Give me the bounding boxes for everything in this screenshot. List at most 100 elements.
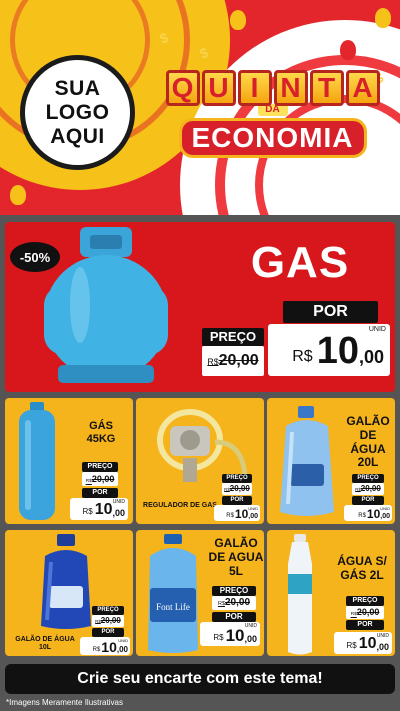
logo-line-2: LOGO	[45, 100, 110, 124]
new-currency: R$	[346, 641, 357, 650]
new-price: UNID R$ 10,00	[334, 632, 392, 654]
title-quinta: Q U I N T A	[165, 70, 380, 106]
preco-label: PREÇO	[212, 586, 256, 596]
cta-text: Crie seu encarte com este tema!	[77, 670, 323, 687]
new-currency: R$	[226, 513, 234, 519]
balloon-icon	[340, 40, 356, 60]
old-price: R$20,00	[82, 472, 118, 486]
por-label: POR	[82, 488, 118, 498]
old-price: R$20,00	[92, 615, 124, 627]
product-name: GALÃO DE AGUA 5L	[208, 536, 264, 578]
product-name: REGULADOR DE GAS	[143, 502, 217, 509]
new-value-dec: ,00	[248, 513, 258, 520]
title-letter: N	[273, 70, 308, 106]
new-price: UNID R$ 10,00	[214, 505, 260, 521]
old-currency: R$	[207, 357, 219, 367]
title-economia: ECONOMIA	[178, 118, 367, 158]
new-value-dec: ,00	[376, 642, 389, 652]
unit-label: UNID	[248, 506, 258, 511]
water-jug-20l-icon	[280, 406, 334, 516]
old-value: 20,00	[100, 616, 121, 625]
new-currency: R$	[292, 348, 313, 365]
unit-label: UNID	[118, 638, 128, 643]
por-label: POR	[222, 496, 252, 505]
preco-label: PREÇO	[202, 328, 264, 346]
old-price: R$20,00	[212, 596, 256, 610]
product-name: GÁS 45KG	[86, 420, 116, 445]
old-price: R$20,00	[346, 606, 384, 619]
old-value: 20,00	[218, 352, 259, 369]
new-price: UNID R$ 10,00	[344, 505, 392, 521]
new-value-int: 10	[234, 507, 249, 521]
old-value: 20,00	[229, 484, 250, 493]
campaign-title: Q U I N T A DA ECONOMIA	[155, 70, 390, 158]
old-value: 20,00	[225, 597, 251, 608]
old-price: R$20,00	[222, 483, 252, 495]
old-currency: R$	[217, 601, 225, 607]
unit-label: UNID	[380, 506, 390, 511]
new-currency: R$	[82, 507, 93, 516]
unit-label: UNID	[376, 633, 389, 639]
old-value: 20,00	[360, 484, 381, 493]
title-letter: T	[309, 70, 344, 106]
unit-label: UNID	[112, 499, 125, 505]
discount-badge: -50%	[10, 242, 60, 272]
logo-line-3: AQUI	[50, 124, 105, 148]
bottle-brand: Font Life	[156, 602, 190, 612]
preco-label: PREÇO	[82, 462, 118, 472]
new-currency: R$	[358, 513, 366, 519]
new-value-int: 10	[358, 635, 377, 652]
new-value-dec: ,00	[244, 634, 257, 644]
disclaimer-text: *Imagens Meramente Ilustrativas	[6, 698, 123, 707]
tall-gas-cylinder-icon	[19, 402, 55, 520]
new-value-dec: ,00	[358, 347, 384, 367]
balloon-icon	[290, 5, 306, 25]
cta-banner[interactable]: Crie seu encarte com este tema!	[5, 664, 395, 694]
new-value-dec: ,00	[380, 513, 390, 520]
preco-label: PREÇO	[222, 474, 252, 483]
hero-product-name: GAS	[250, 238, 350, 287]
water-bottle-5l-icon: Font Life	[148, 534, 198, 653]
logo-placeholder: SUA LOGO AQUI	[20, 55, 135, 170]
logo-line-1: SUA	[54, 76, 101, 100]
por-label: POR	[352, 496, 384, 505]
old-value: 20,00	[356, 607, 380, 617]
product-name: ÁGUA S/ GÁS 2L	[337, 554, 387, 582]
new-value-int: 10	[316, 330, 359, 372]
new-price: UNID R$ 10,00	[70, 498, 128, 520]
balloon-icon	[120, 5, 136, 25]
product-name: GALÃO DE ÁGUA 20L	[346, 414, 390, 470]
title-letter: I	[237, 70, 272, 106]
por-label: POR	[346, 620, 384, 630]
old-price: R$20,00	[202, 346, 264, 376]
unit-label: UNID	[244, 623, 257, 629]
por-label: POR	[212, 612, 256, 622]
unit-label: UNID	[368, 326, 386, 333]
water-jug-10l-icon	[41, 534, 91, 629]
title-letter: U	[201, 70, 236, 106]
new-value-dec: ,00	[112, 508, 125, 518]
por-label: POR	[92, 628, 124, 637]
new-price: UNID R$ 10,00	[80, 637, 130, 655]
new-currency: R$	[92, 647, 101, 653]
balloon-icon	[10, 185, 26, 205]
new-currency: R$	[213, 633, 224, 642]
new-value-dec: ,00	[116, 645, 128, 654]
balloon-icon	[230, 10, 246, 30]
new-value-int: 10	[101, 639, 117, 655]
product-name: GALÃO DE ÁGUA 10L	[15, 636, 75, 652]
old-price: R$20,00	[352, 483, 384, 495]
preco-label: PREÇO	[92, 606, 124, 615]
title-letter: A	[345, 70, 380, 106]
new-value-int: 10	[94, 501, 113, 518]
preco-label: PREÇO	[346, 596, 384, 606]
gas-cylinder-icon	[44, 227, 168, 383]
balloon-icon	[375, 8, 391, 28]
preco-label: PREÇO	[352, 474, 384, 483]
new-value-int: 10	[366, 507, 381, 521]
new-price: UNID R$ 10 ,00	[268, 324, 390, 376]
header-banner: $ $ $ SUA LOGO AQUI Q U I N T A DA ECONO…	[0, 0, 400, 215]
title-letter: Q	[165, 70, 200, 106]
new-price: UNID R$ 10,00	[200, 622, 260, 646]
por-label: POR	[283, 301, 378, 323]
